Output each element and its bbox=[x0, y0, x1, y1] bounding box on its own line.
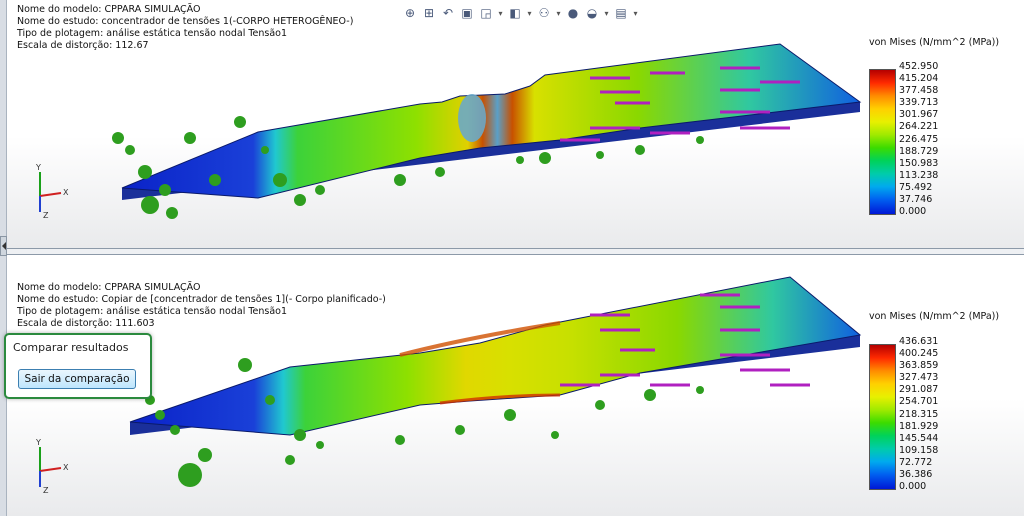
legend-value: 37.746 bbox=[899, 194, 933, 206]
plot-info-bottom: Nome do modelo: CPPARA SIMULAÇÃO Nome do… bbox=[17, 282, 386, 330]
legend-title: von Mises (N/mm^2 (MPa)) bbox=[869, 37, 1000, 48]
legend-value: 145.544 bbox=[899, 432, 939, 444]
axis-z-label: Z bbox=[43, 211, 49, 220]
legend-value: 0.000 bbox=[899, 206, 927, 218]
legend-value: 377.458 bbox=[899, 85, 939, 97]
legend-value: 400.245 bbox=[899, 348, 939, 360]
axis-z-label: Z bbox=[43, 486, 49, 495]
axis-x-label: X bbox=[63, 463, 69, 472]
viewport-top[interactable]: Nome do modelo: CPPARA SIMULAÇÃO Nome do… bbox=[0, 0, 1024, 248]
section-view-icon[interactable]: ▣ bbox=[459, 5, 475, 21]
deformation-scale: Escala de distorção: 111.603 bbox=[17, 318, 155, 329]
legend-value: 254.701 bbox=[899, 396, 939, 408]
legend-value: 415.204 bbox=[899, 73, 939, 85]
legend-value: 291.087 bbox=[899, 384, 939, 396]
zoom-to-fit-icon[interactable]: ⊕ bbox=[402, 5, 418, 21]
legend-value: 264.221 bbox=[899, 121, 939, 133]
study-name: Nome do estudo: Copiar de [concentrador … bbox=[17, 294, 386, 305]
chevron-down-icon[interactable]: ▾ bbox=[555, 5, 562, 21]
compare-dialog-title: Comparar resultados bbox=[13, 341, 129, 354]
display-style-icon[interactable]: ◧ bbox=[507, 5, 523, 21]
scene-icon[interactable]: ◒ bbox=[584, 5, 600, 21]
legend-value: 188.729 bbox=[899, 145, 939, 157]
notch-bump-top bbox=[458, 94, 486, 142]
viewport-bottom[interactable]: Nome do modelo: CPPARA SIMULAÇÃO Nome do… bbox=[0, 255, 1024, 516]
axis-y-label: Y bbox=[35, 438, 41, 447]
compare-results-dialog: Comparar resultados Sair da comparação bbox=[4, 333, 152, 399]
legend-value: 113.238 bbox=[899, 169, 939, 181]
heads-up-toolbar: ⊕ ⊞ ↶ ▣ ◲ ▾ ◧ ▾ ⚇ ▾ ● ◒ ▾ ▤ ▾ bbox=[402, 3, 639, 23]
plot-type: Tipo de plotagem: análise estática tensã… bbox=[17, 306, 288, 317]
stress-colorbar bbox=[869, 69, 896, 215]
legend-value: 363.859 bbox=[899, 360, 939, 372]
axis-triad-icon: Y X Z bbox=[35, 163, 69, 220]
axis-triad-icon: Y X Z bbox=[35, 438, 69, 495]
legend-value: 72.772 bbox=[899, 456, 933, 468]
legend-value: 0.000 bbox=[899, 481, 927, 493]
chevron-down-icon[interactable]: ▾ bbox=[632, 5, 639, 21]
collapse-panel-handle[interactable] bbox=[0, 236, 7, 256]
legend-value: 181.929 bbox=[899, 420, 939, 432]
legend-ticks: 436.631 400.245 363.859 327.473 291.087 … bbox=[899, 336, 959, 493]
previous-view-icon[interactable]: ↶ bbox=[440, 5, 456, 21]
legend-value: 150.983 bbox=[899, 157, 939, 169]
deformation-scale: Escala de distorção: 112.67 bbox=[17, 40, 149, 51]
view-orientation-icon[interactable]: ◲ bbox=[478, 5, 494, 21]
legend-value: 339.713 bbox=[899, 97, 939, 109]
left-panel-edge bbox=[0, 0, 7, 516]
legend-value: 436.631 bbox=[899, 336, 939, 347]
legend-value: 36.386 bbox=[899, 469, 933, 481]
plot-type: Tipo de plotagem: análise estática tensã… bbox=[17, 28, 288, 39]
edit-appearance-icon[interactable]: ● bbox=[565, 5, 581, 21]
legend-ticks: 452.950 415.204 377.458 339.713 301.967 … bbox=[899, 61, 959, 218]
stress-colorbar bbox=[869, 344, 896, 490]
zoom-area-icon[interactable]: ⊞ bbox=[421, 5, 437, 21]
legend-value: 109.158 bbox=[899, 444, 939, 456]
viewport-splitter[interactable] bbox=[0, 248, 1024, 255]
model-name: Nome do modelo: CPPARA SIMULAÇÃO bbox=[17, 282, 201, 293]
legend-value: 226.475 bbox=[899, 133, 939, 145]
legend-value: 452.950 bbox=[899, 61, 939, 72]
chevron-down-icon[interactable]: ▾ bbox=[526, 5, 533, 21]
exit-comparison-button[interactable]: Sair da comparação bbox=[18, 369, 136, 389]
legend-value: 327.473 bbox=[899, 372, 939, 384]
legend-value: 301.967 bbox=[899, 109, 939, 121]
hide-show-icon[interactable]: ⚇ bbox=[536, 5, 552, 21]
study-name: Nome do estudo: concentrador de tensões … bbox=[17, 16, 354, 27]
legend-value: 218.315 bbox=[899, 408, 939, 420]
legend-title: von Mises (N/mm^2 (MPa)) bbox=[869, 311, 1000, 322]
view-settings-icon[interactable]: ▤ bbox=[613, 5, 629, 21]
plot-info-top: Nome do modelo: CPPARA SIMULAÇÃO Nome do… bbox=[17, 4, 353, 52]
axis-y-label: Y bbox=[35, 163, 41, 172]
chevron-down-icon[interactable]: ▾ bbox=[497, 5, 504, 21]
chevron-down-icon[interactable]: ▾ bbox=[603, 5, 610, 21]
model-name: Nome do modelo: CPPARA SIMULAÇÃO bbox=[17, 4, 201, 15]
legend-value: 75.492 bbox=[899, 181, 933, 193]
axis-x-label: X bbox=[63, 188, 69, 197]
